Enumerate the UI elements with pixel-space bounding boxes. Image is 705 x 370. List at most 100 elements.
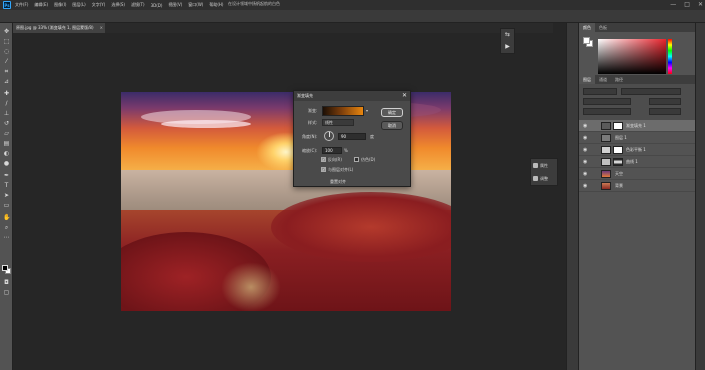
angle-input[interactable]: 90	[338, 133, 366, 140]
menu-file[interactable]: 文件(F)	[15, 2, 28, 8]
layer-name: 色彩平衡 1	[626, 147, 646, 152]
properties-icon	[533, 163, 538, 168]
hand-tool-icon[interactable]: ✋	[3, 214, 10, 221]
dialog-title-bar: 渐变填充 ✕	[294, 91, 410, 101]
menu-type[interactable]: 文字(Y)	[92, 2, 106, 8]
visibility-eye-icon[interactable]: ◉	[583, 156, 587, 168]
zoom-tool-icon[interactable]: ⌕	[3, 224, 10, 231]
photoshop-window: Ps 文件(F) 编辑(E) 图像(I) 图层(L) 文字(Y) 选择(S) 滤…	[0, 0, 705, 370]
layer-row[interactable]: ◉ 渐变填充 1	[579, 120, 695, 132]
right-scrollbar[interactable]	[695, 23, 705, 370]
visibility-eye-icon[interactable]: ◉	[583, 168, 587, 180]
gradient-picker[interactable]	[322, 106, 364, 116]
style-select[interactable]: 线性	[322, 119, 354, 126]
more-tools-icon[interactable]: ⋯	[3, 234, 10, 241]
path-select-tool-icon[interactable]: ➤	[3, 192, 10, 199]
align-with-layer-checkbox[interactable]: ✓	[321, 167, 326, 172]
blur-tool-icon[interactable]: ◐	[3, 150, 10, 157]
menu-view[interactable]: 视图(V)	[168, 2, 182, 8]
stamp-tool-icon[interactable]: ⊥	[3, 110, 10, 117]
maximize-button[interactable]: □	[684, 0, 690, 10]
play-icon[interactable]: ▶	[501, 41, 514, 53]
quick-select-tool-icon[interactable]: ⁄	[3, 58, 10, 65]
menu-edit[interactable]: 编辑(E)	[34, 2, 48, 8]
type-tool-icon[interactable]: T	[3, 182, 10, 189]
menu-3d[interactable]: 3D(D)	[151, 3, 163, 8]
gradient-dropdown-icon[interactable]: ▾	[366, 108, 368, 113]
visibility-eye-icon[interactable]: ◉	[583, 180, 587, 192]
layer-mask-thumbnail	[613, 122, 623, 130]
foreground-swatch[interactable]	[583, 37, 590, 44]
dialog-close-icon[interactable]: ✕	[402, 91, 407, 101]
reverse-checkbox[interactable]: ✓	[321, 157, 326, 162]
tab-channels[interactable]: 通道	[595, 75, 611, 84]
visibility-eye-icon[interactable]: ◉	[583, 120, 587, 132]
layer-filter-icons[interactable]	[621, 88, 681, 95]
shape-tool-icon[interactable]: ▭	[3, 202, 10, 209]
gradient-tool-icon[interactable]: ▤	[3, 140, 10, 147]
layer-filter-select[interactable]	[583, 88, 617, 95]
crop-tool-icon[interactable]: ⌗	[3, 68, 10, 75]
tab-swatches[interactable]: 色板	[595, 23, 611, 32]
fg-bg-swatches[interactable]	[583, 37, 593, 47]
tab-color[interactable]: 颜色	[579, 23, 595, 32]
angle-label: 角度(N):	[302, 134, 318, 139]
dodge-tool-icon[interactable]: ●	[3, 160, 10, 167]
window-controls: — □ ✕	[670, 0, 703, 10]
close-button[interactable]: ✕	[698, 0, 703, 10]
layer-name: 图层 1	[615, 135, 627, 140]
quick-mask-icon[interactable]: ◘	[3, 279, 10, 286]
foreground-color-swatch[interactable]	[2, 265, 8, 271]
document-tab[interactable]: 原图.jpg @ 33% (渐变填充 1, 图层蒙版/8) ×	[13, 23, 105, 33]
opacity-input[interactable]	[649, 98, 681, 105]
hue-slider[interactable]	[668, 39, 672, 74]
lock-icons[interactable]	[583, 108, 631, 115]
lasso-tool-icon[interactable]: ◌	[3, 48, 10, 55]
history-brush-tool-icon[interactable]: ↺	[3, 120, 10, 127]
move-tool-icon[interactable]: ✥	[3, 28, 10, 35]
eyedropper-tool-icon[interactable]: ⊿	[3, 78, 10, 85]
document-tab-bar: 原图.jpg @ 33% (渐变填充 1, 图层蒙版/8) ×	[13, 23, 553, 33]
fill-input[interactable]	[649, 108, 681, 115]
layer-row[interactable]: ◉ 天空	[579, 168, 695, 180]
adjustments-tab[interactable]: 调整	[531, 172, 557, 185]
pen-tool-icon[interactable]: ✒	[3, 172, 10, 179]
color-field[interactable]	[598, 39, 666, 74]
menu-filter[interactable]: 滤镜(T)	[131, 2, 145, 8]
scale-label: 缩放(C):	[302, 148, 318, 153]
menu-select[interactable]: 选择(S)	[111, 2, 125, 8]
history-icon[interactable]: ⇆	[501, 29, 514, 41]
ok-button[interactable]: 确定	[381, 108, 403, 117]
angle-dial[interactable]	[324, 131, 334, 141]
layer-row[interactable]: ◉ 背景	[579, 180, 695, 192]
layer-row[interactable]: ◉ 图层 1	[579, 132, 695, 144]
cancel-button[interactable]: 取消	[381, 121, 403, 130]
menu-window[interactable]: 窗口(W)	[188, 2, 203, 8]
tab-layers[interactable]: 图层	[579, 75, 595, 84]
eraser-tool-icon[interactable]: ▱	[3, 130, 10, 137]
scale-input[interactable]: 100	[322, 147, 342, 154]
menu-help[interactable]: 帮助(H)	[209, 2, 223, 8]
photoshop-logo-icon: Ps	[3, 1, 11, 9]
layer-thumbnail	[601, 170, 611, 178]
layer-row[interactable]: ◉ 色彩平衡 1	[579, 144, 695, 156]
layer-row[interactable]: ◉ 曲线 1	[579, 156, 695, 168]
reset-alignment-button[interactable]: 重置对齐	[330, 179, 346, 185]
window-title: 在设计领域中扬帆起航的白色	[228, 1, 280, 6]
dither-checkbox[interactable]	[354, 157, 359, 162]
blend-mode-select[interactable]	[583, 98, 631, 105]
visibility-eye-icon[interactable]: ◉	[583, 132, 587, 144]
layer-thumbnail	[601, 134, 611, 142]
menu-image[interactable]: 图像(I)	[54, 2, 66, 8]
screen-mode-icon[interactable]: ▢	[3, 289, 10, 296]
brush-tool-icon[interactable]: ∕	[3, 100, 10, 107]
cloud	[161, 120, 251, 128]
marquee-tool-icon[interactable]: ⬚	[3, 38, 10, 45]
menu-layer[interactable]: 图层(L)	[72, 2, 85, 8]
properties-tab[interactable]: 属性	[531, 159, 557, 172]
healing-tool-icon[interactable]: ✚	[3, 90, 10, 97]
visibility-eye-icon[interactable]: ◉	[583, 144, 587, 156]
tab-paths[interactable]: 路径	[611, 75, 627, 84]
tab-close-icon[interactable]: ×	[100, 23, 103, 33]
minimize-button[interactable]: —	[670, 0, 676, 10]
